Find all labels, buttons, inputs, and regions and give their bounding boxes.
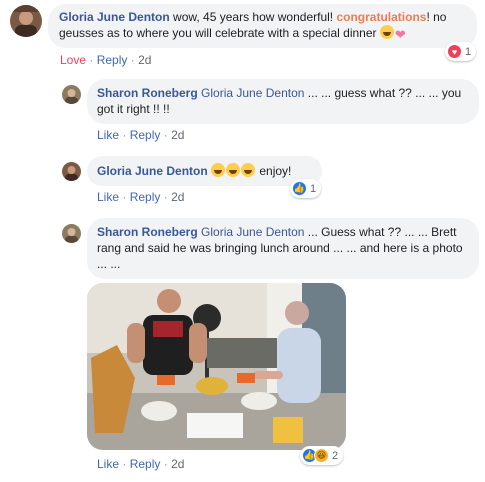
reply-button[interactable]: Reply: [130, 190, 161, 204]
reaction-count: 1: [465, 45, 472, 58]
timestamp[interactable]: 2d: [138, 53, 151, 67]
like-button[interactable]: Like: [97, 128, 119, 142]
reaction-summary[interactable]: 👍 😆 2: [300, 446, 344, 465]
avatar-sharon[interactable]: [62, 85, 81, 104]
reaction-count: 2: [332, 449, 339, 462]
rofl-emoji-icon: [241, 163, 256, 177]
separator: ·: [89, 53, 94, 67]
comment-bubble-3: Gloria June Denton enjoy!: [87, 156, 322, 186]
attached-photo[interactable]: [87, 283, 346, 450]
reply-button[interactable]: Reply: [97, 53, 128, 67]
separator: ·: [122, 457, 127, 471]
timestamp[interactable]: 2d: [171, 457, 184, 471]
love-button[interactable]: Love: [60, 53, 86, 67]
separator: ·: [130, 53, 135, 67]
avatar-gloria[interactable]: [62, 162, 81, 181]
reply-button[interactable]: Reply: [130, 128, 161, 142]
comment-text: enjoy!: [256, 164, 292, 178]
separator: ·: [122, 128, 127, 142]
comment-bubble-4: Sharon Roneberg Gloria June Denton ... G…: [87, 218, 479, 279]
reply-button[interactable]: Reply: [130, 457, 161, 471]
separator: ·: [163, 457, 168, 471]
highlight-word: congratulations: [336, 10, 427, 24]
comment-bubble-1: Gloria June Denton wow, 45 years how won…: [48, 4, 477, 48]
grin-emoji-icon: [379, 25, 394, 39]
avatar-gloria[interactable]: [10, 5, 42, 37]
love-icon: ♥: [447, 44, 462, 59]
comment-actions: Like · Reply · 2d: [97, 190, 184, 204]
comment-actions: Like · Reply · 2d: [97, 457, 184, 471]
timestamp[interactable]: 2d: [171, 128, 184, 142]
comment-bubble-2: Sharon Roneberg Gloria June Denton ... .…: [87, 79, 479, 124]
comment-author[interactable]: Gloria June Denton: [97, 164, 208, 178]
mention-tag[interactable]: Gloria June Denton: [201, 86, 304, 100]
comment-actions: Like · Reply · 2d: [97, 128, 184, 142]
haha-icon: 😆: [314, 448, 329, 463]
separator: ·: [122, 190, 127, 204]
comment-text: wow, 45 years how wonderful!: [173, 10, 337, 24]
mention-tag[interactable]: Gloria June Denton: [201, 225, 304, 239]
grin-emoji-icon: [211, 163, 226, 177]
comment-author[interactable]: Sharon Roneberg: [97, 225, 198, 239]
like-icon: 👍: [292, 181, 307, 196]
reaction-summary[interactable]: ♥ 1: [445, 42, 477, 61]
comment-author[interactable]: Sharon Roneberg: [97, 86, 198, 100]
hearts-emoji-icon: ❤: [394, 27, 406, 42]
timestamp[interactable]: 2d: [171, 190, 184, 204]
separator: ·: [163, 128, 168, 142]
avatar-sharon[interactable]: [62, 224, 81, 243]
like-button[interactable]: Like: [97, 190, 119, 204]
smile-emoji-icon: [226, 163, 241, 177]
reaction-summary[interactable]: 👍 1: [290, 179, 322, 198]
like-button[interactable]: Like: [97, 457, 119, 471]
separator: ·: [163, 190, 168, 204]
reaction-count: 1: [310, 182, 317, 195]
comment-author[interactable]: Gloria June Denton: [59, 10, 170, 24]
comment-actions: Love · Reply · 2d: [60, 53, 151, 67]
